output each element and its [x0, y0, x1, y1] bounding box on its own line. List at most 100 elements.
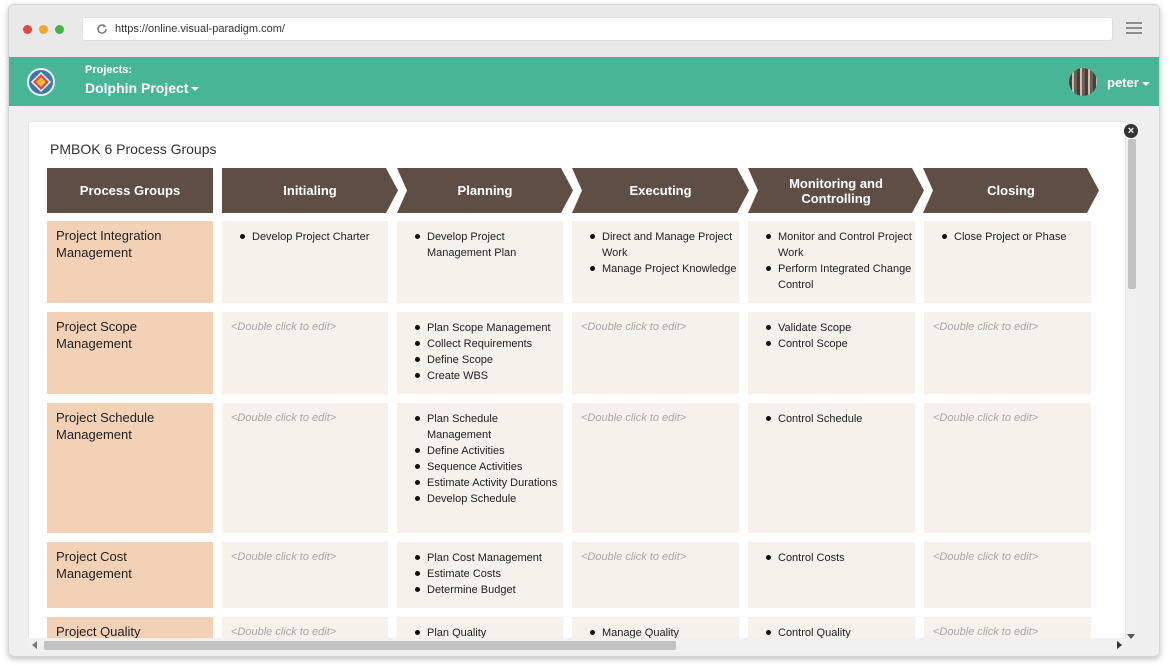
- visual-paradigm-logo-icon[interactable]: [26, 67, 56, 97]
- process-item: Control Costs: [765, 550, 915, 566]
- app-header: Projects: Dolphin Project peter: [9, 57, 1159, 106]
- header-label: Monitoring and Controlling: [789, 175, 883, 206]
- process-cell[interactable]: Close Project or Phase: [924, 221, 1091, 303]
- url-text[interactable]: https://online.visual-paradigm.com/: [115, 23, 285, 35]
- edit-placeholder: <Double click to edit>: [933, 551, 1039, 563]
- project-selector[interactable]: Dolphin Project: [85, 80, 200, 96]
- process-item: Develop Project Management Plan: [414, 229, 563, 261]
- process-item: Define Activities: [414, 443, 563, 459]
- process-cell[interactable]: <Double click to edit>: [222, 542, 388, 608]
- edit-placeholder: <Double click to edit>: [581, 551, 687, 563]
- process-item: Direct and Manage Project Work: [589, 229, 739, 261]
- process-list: Plan Schedule Management Define Activitie…: [397, 403, 563, 507]
- process-cell[interactable]: <Double click to edit>: [222, 312, 388, 394]
- process-item: Create WBS: [414, 368, 563, 384]
- edit-placeholder: <Double click to edit>: [231, 321, 337, 333]
- header-label: Closing: [987, 183, 1035, 198]
- projects-label: Projects:: [85, 64, 133, 76]
- horizontal-scrollbar[interactable]: [28, 638, 1126, 652]
- horizontal-scroll-thumb[interactable]: [44, 641, 676, 650]
- chevron-down-icon: [1141, 81, 1150, 86]
- avatar[interactable]: [1069, 68, 1097, 96]
- header-executing[interactable]: Executing: [572, 168, 749, 213]
- process-cell[interactable]: <Double click to edit>: [572, 542, 739, 608]
- process-item: Plan Schedule Management: [414, 411, 563, 443]
- knowledge-area-label[interactable]: Project Scope Management: [47, 312, 213, 394]
- reload-icon[interactable]: [96, 23, 108, 35]
- edit-placeholder: <Double click to edit>: [231, 551, 337, 563]
- process-cell[interactable]: Direct and Manage Project Work Manage Pro…: [572, 221, 739, 303]
- header-label: Executing: [629, 183, 692, 198]
- process-list: Develop Project Management Plan: [397, 221, 563, 261]
- edit-placeholder: <Double click to edit>: [581, 321, 687, 333]
- knowledge-area-label[interactable]: Project Integration Management: [47, 221, 213, 303]
- scroll-left-arrow-icon[interactable]: [32, 641, 37, 649]
- process-cell[interactable]: Control Costs: [748, 542, 915, 608]
- header-planning[interactable]: Planning: [397, 168, 573, 213]
- user-menu[interactable]: peter: [1107, 75, 1150, 90]
- process-item: Manage Project Knowledge: [589, 261, 739, 277]
- process-cell[interactable]: <Double click to edit>: [924, 312, 1091, 394]
- process-cell[interactable]: Develop Project Charter: [222, 221, 388, 303]
- process-item: Develop Schedule: [414, 491, 563, 507]
- edit-placeholder: <Double click to edit>: [933, 412, 1039, 424]
- process-item: Control Scope: [765, 336, 915, 352]
- process-list: Plan Cost Management Estimate Costs Determ…: [397, 542, 563, 598]
- process-item: Estimate Costs: [414, 566, 563, 582]
- username: peter: [1107, 75, 1139, 90]
- process-item: Monitor and Control Project Work: [765, 229, 915, 261]
- project-name: Dolphin Project: [85, 80, 189, 96]
- process-item: Close Project or Phase: [941, 229, 1091, 245]
- browser-window: https://online.visual-paradigm.com/ Proj…: [8, 4, 1160, 657]
- scroll-right-arrow-icon[interactable]: [1117, 641, 1122, 649]
- process-cell[interactable]: <Double click to edit>: [572, 312, 739, 394]
- window-minimize-dot[interactable]: [39, 25, 48, 34]
- process-list: Plan Scope Management Collect Requirement…: [397, 312, 563, 384]
- knowledge-area-label[interactable]: Project Cost Management: [47, 542, 213, 608]
- address-bar[interactable]: https://online.visual-paradigm.com/: [82, 17, 1113, 41]
- process-cell[interactable]: <Double click to edit>: [924, 542, 1091, 608]
- edit-placeholder: <Double click to edit>: [231, 412, 337, 424]
- process-item: Plan Scope Management: [414, 320, 563, 336]
- process-cell[interactable]: Plan Schedule Management Define Activitie…: [397, 403, 563, 533]
- scroll-down-arrow-icon[interactable]: [1127, 634, 1135, 639]
- header-initialing[interactable]: Initialing: [222, 168, 398, 213]
- process-item: Develop Project Charter: [239, 229, 388, 245]
- process-cell[interactable]: Plan Scope Management Collect Requirement…: [397, 312, 563, 394]
- process-item: Define Scope: [414, 352, 563, 368]
- header-closing[interactable]: Closing: [923, 168, 1099, 213]
- process-list: Control Schedule: [748, 403, 915, 427]
- process-cell[interactable]: Control Schedule: [748, 403, 915, 533]
- process-item: Sequence Activities: [414, 459, 563, 475]
- process-item: Determine Budget: [414, 582, 563, 598]
- process-cell[interactable]: Plan Cost Management Estimate Costs Determ…: [397, 542, 563, 608]
- process-cell[interactable]: <Double click to edit>: [222, 403, 388, 533]
- process-list: Control Costs: [748, 542, 915, 566]
- process-cell[interactable]: Validate Scope Control Scope: [748, 312, 915, 394]
- header-monitoring-and-controlling[interactable]: Monitoring and Controlling: [748, 168, 924, 213]
- knowledge-area-label[interactable]: Project Schedule Management: [47, 403, 213, 533]
- work-area: PMBOK 6 Process Groups Process Groups In…: [9, 106, 1159, 656]
- chevron-down-icon: [191, 87, 200, 92]
- diagram-canvas[interactable]: PMBOK 6 Process Groups Process Groups In…: [28, 121, 1126, 641]
- process-cell[interactable]: Develop Project Management Plan: [397, 221, 563, 303]
- process-cell[interactable]: Monitor and Control Project Work Perform …: [748, 221, 915, 303]
- window-maximize-dot[interactable]: [55, 25, 64, 34]
- browser-chrome: https://online.visual-paradigm.com/: [9, 5, 1159, 57]
- process-list: Monitor and Control Project Work Perform …: [748, 221, 915, 293]
- vertical-scroll-thumb[interactable]: [1128, 139, 1136, 289]
- edit-placeholder: <Double click to edit>: [933, 321, 1039, 333]
- window-close-dot[interactable]: [23, 25, 32, 34]
- hamburger-menu-icon[interactable]: [1126, 22, 1142, 35]
- process-list: Close Project or Phase: [924, 221, 1091, 245]
- header-process-groups[interactable]: Process Groups: [47, 168, 213, 213]
- process-cell[interactable]: <Double click to edit>: [924, 403, 1091, 533]
- header-label: Process Groups: [79, 183, 181, 198]
- process-cell[interactable]: <Double click to edit>: [572, 403, 739, 533]
- process-item: Validate Scope: [765, 320, 915, 336]
- close-icon[interactable]: ×: [1124, 124, 1138, 138]
- diagram-title[interactable]: PMBOK 6 Process Groups: [50, 141, 217, 157]
- vertical-scrollbar[interactable]: [1126, 121, 1138, 641]
- process-item: Control Schedule: [765, 411, 915, 427]
- process-list: Direct and Manage Project Work Manage Pro…: [572, 221, 739, 277]
